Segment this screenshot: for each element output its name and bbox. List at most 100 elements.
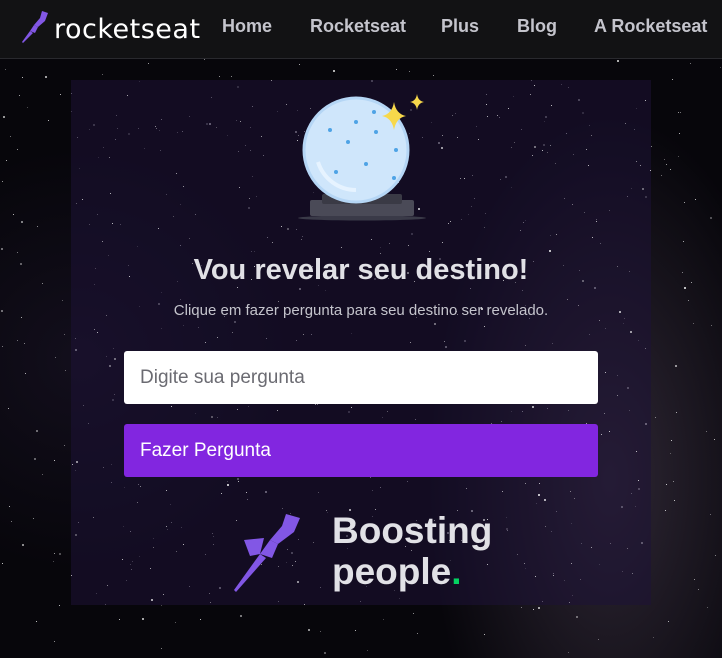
- star: [596, 219, 597, 220]
- star: [627, 548, 628, 549]
- star: [217, 337, 218, 338]
- star: [408, 245, 409, 246]
- star: [636, 451, 637, 452]
- star: [511, 147, 512, 148]
- star: [580, 579, 581, 580]
- star: [171, 406, 172, 407]
- star: [272, 242, 273, 243]
- star: [651, 146, 652, 147]
- ask-question-button[interactable]: Fazer Pergunta: [124, 424, 598, 477]
- star: [673, 481, 674, 482]
- star: [572, 204, 573, 205]
- wordmark-line2: people.: [332, 551, 492, 592]
- star: [645, 348, 646, 349]
- star: [246, 492, 247, 493]
- star: [538, 494, 540, 496]
- nav-link-plus[interactable]: Plus: [441, 16, 479, 37]
- star: [109, 157, 110, 158]
- star: [2, 346, 3, 347]
- star: [277, 410, 278, 411]
- star: [539, 483, 540, 484]
- wordmark-dot: .: [451, 551, 462, 592]
- star: [21, 317, 22, 318]
- star: [367, 650, 368, 651]
- star: [75, 534, 77, 536]
- star: [110, 193, 111, 194]
- star: [42, 283, 43, 284]
- star: [163, 594, 164, 595]
- page-subtitle: Clique em fazer pergunta para seu destin…: [173, 302, 549, 319]
- star: [22, 544, 24, 546]
- star: [204, 59, 205, 60]
- star: [655, 417, 656, 418]
- star: [156, 128, 157, 129]
- nav-link-rocketseat[interactable]: Rocketseat: [310, 16, 406, 37]
- star: [448, 223, 449, 224]
- star: [5, 69, 6, 70]
- star: [484, 326, 485, 327]
- star: [17, 149, 18, 150]
- star: [72, 464, 73, 465]
- star: [457, 137, 458, 138]
- star: [596, 221, 597, 222]
- star: [604, 413, 605, 414]
- star: [383, 619, 384, 620]
- star: [333, 70, 335, 72]
- star: [189, 238, 190, 239]
- star: [36, 430, 38, 432]
- star: [605, 372, 606, 373]
- star: [76, 461, 78, 463]
- star: [533, 609, 534, 610]
- nav-link-blog[interactable]: Blog: [517, 16, 557, 37]
- star: [570, 491, 571, 492]
- star: [1, 310, 3, 312]
- star: [11, 521, 12, 522]
- star: [21, 221, 23, 223]
- star: [237, 287, 238, 288]
- star: [517, 554, 518, 555]
- nav-link-a-rocketseat[interactable]: A Rocketseat: [594, 16, 707, 37]
- star: [97, 332, 98, 333]
- star: [524, 563, 525, 564]
- star: [555, 163, 556, 164]
- star: [640, 165, 641, 166]
- star: [675, 365, 677, 367]
- star: [550, 145, 551, 146]
- star: [161, 648, 162, 649]
- star: [460, 178, 461, 179]
- star: [237, 409, 238, 410]
- star: [487, 116, 488, 117]
- star: [690, 63, 691, 64]
- star: [17, 340, 18, 341]
- star: [216, 127, 217, 128]
- star: [433, 75, 434, 76]
- star: [287, 228, 289, 230]
- star: [520, 230, 521, 231]
- star: [200, 619, 201, 620]
- star: [54, 460, 55, 461]
- star: [591, 135, 592, 136]
- question-input[interactable]: [124, 351, 598, 404]
- star: [551, 105, 552, 106]
- star: [567, 299, 568, 300]
- star: [1, 248, 3, 250]
- star: [109, 365, 111, 367]
- star: [683, 241, 684, 242]
- nav-link-home[interactable]: Home: [222, 16, 272, 37]
- star: [553, 575, 554, 576]
- star: [568, 410, 569, 411]
- star: [82, 199, 83, 200]
- star: [617, 395, 618, 396]
- star: [304, 604, 305, 605]
- nav-links: Home Rocketseat Plus Blog A Rocketseat: [0, 0, 722, 59]
- star: [114, 358, 116, 360]
- star: [532, 406, 534, 408]
- star: [271, 80, 272, 81]
- star: [502, 491, 503, 492]
- star: [574, 498, 575, 499]
- star: [166, 526, 167, 527]
- star: [211, 416, 213, 418]
- star: [176, 173, 177, 174]
- star: [71, 575, 72, 576]
- star: [508, 108, 509, 109]
